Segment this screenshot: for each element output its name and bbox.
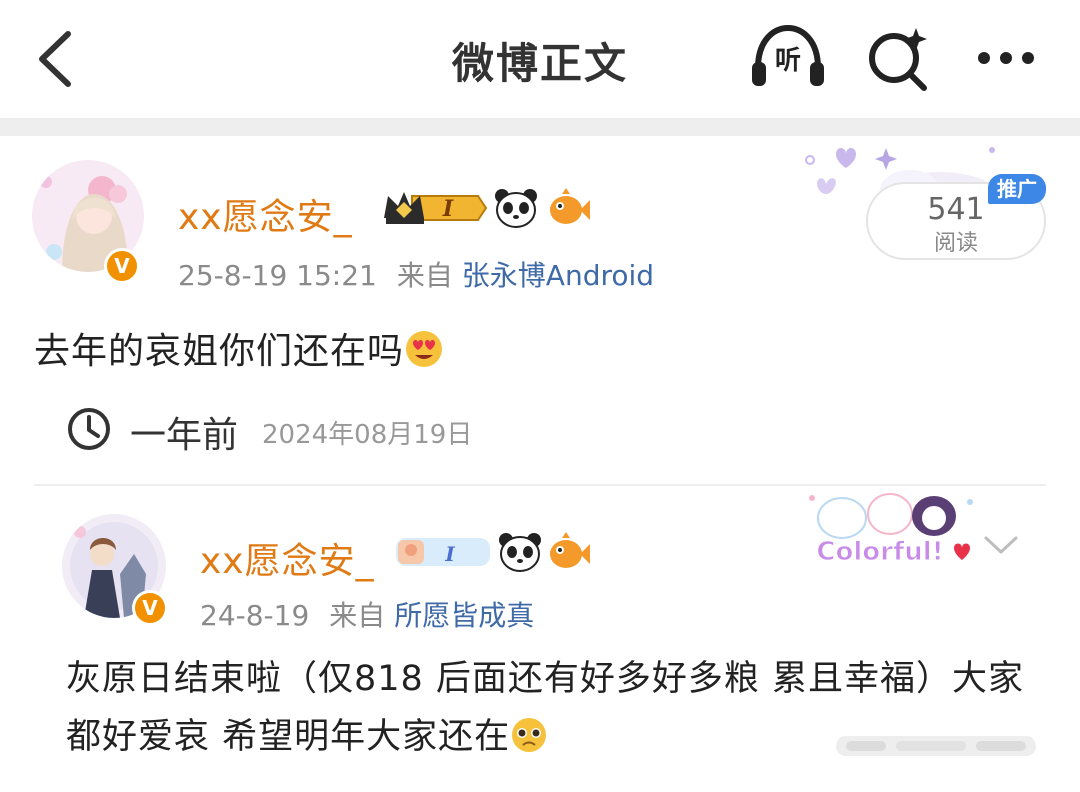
quoted-post-time: 24-8-19 [200,599,310,632]
verified-badge: V [104,248,140,284]
member-level-badge[interactable]: I [382,188,488,228]
listen-button[interactable]: 听 [748,22,828,92]
quoted-member-level-badge[interactable]: I [394,532,492,572]
quoted-verified-badge: V [132,590,168,626]
header-divider [0,118,1080,136]
username[interactable]: xx愿念安_ [178,188,353,240]
section-divider [34,484,1046,486]
listen-label: 听 [774,46,801,76]
crown-icon: I [384,192,488,224]
clock-icon [68,408,110,450]
post-content: 去年的哀姐你们还在吗 [34,322,444,374]
search-sparkle-icon [869,28,927,91]
chevron-down-icon [984,536,1018,554]
svg-text:I: I [442,196,454,222]
more-options-button[interactable] [970,36,1042,80]
quoted-source-prefix: 来自 [329,599,386,632]
quoted-fish-icon [546,532,590,572]
quoted-panda-icon [498,532,542,572]
svg-text:Colorful!: Colorful! [816,537,943,567]
source-prefix: 来自 [396,259,453,292]
blurred-tag [836,730,1036,762]
heart-eyes-emoji [404,329,444,369]
fish-icon [546,188,590,228]
search-button[interactable] [862,22,934,94]
expand-button[interactable] [980,530,1022,560]
quoted-username[interactable]: xx愿念安_ [200,532,375,584]
quoted-post-source-link[interactable]: 所愿皆成真 [394,599,534,632]
svg-text:I: I [444,542,455,566]
relative-time: 一年前 [130,415,239,456]
post-source-link[interactable]: 张永博Android [462,259,654,292]
pleading-emoji [510,714,548,752]
read-label: 阅读 [933,231,978,256]
quoted-post-meta: 24-8-19 来自 所愿皆成真 [200,594,534,634]
colorful-decoration-card: Colorful! [802,488,978,572]
promote-tag[interactable]: 推广 [988,174,1046,204]
post-meta: 25-8-19 15:21 来自 张永博Android [178,254,654,294]
absolute-date: 2024年08月19日 [262,420,473,450]
more-dots-icon [978,52,1034,64]
top-navigation-bar: 微博正文 听 [0,0,1080,118]
panda-icon [494,188,538,228]
post-time: 25-8-19 15:21 [178,259,377,292]
post-text: 去年的哀姐你们还在吗 [34,331,405,372]
